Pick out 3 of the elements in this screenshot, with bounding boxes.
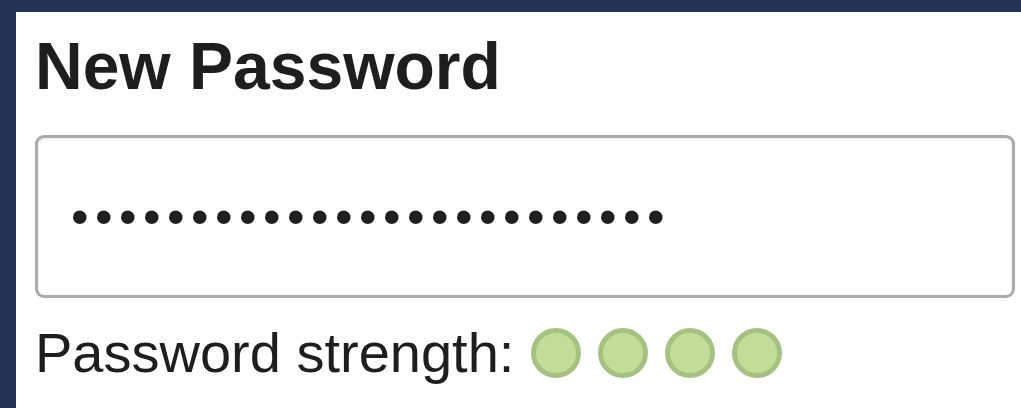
- strength-label: Password strength:: [35, 320, 515, 386]
- heading: New Password: [35, 28, 502, 105]
- password-field[interactable]: •••••••••••••••••••••••••: [35, 135, 1015, 298]
